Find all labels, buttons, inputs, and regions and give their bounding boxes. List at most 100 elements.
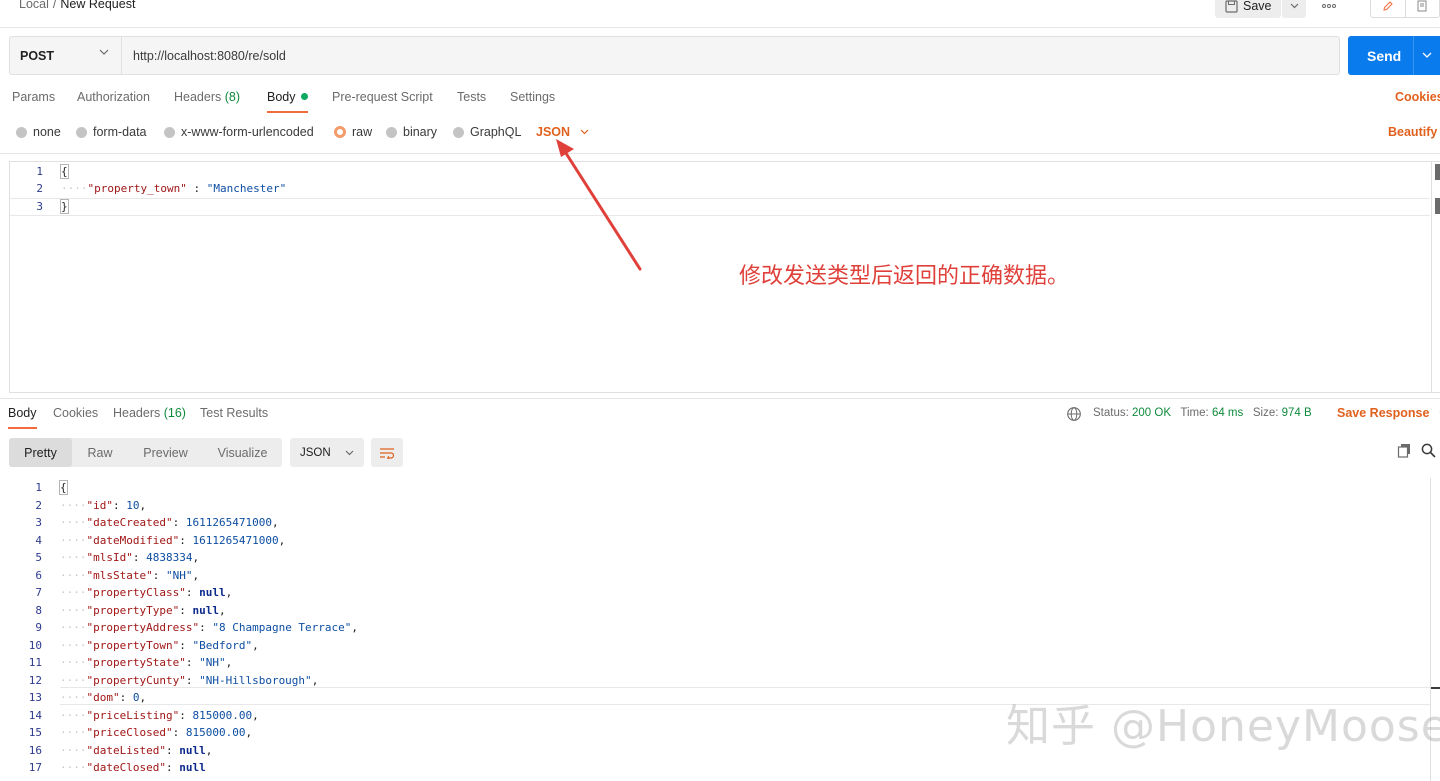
code-line: 4 ····"dateModified": 1611265471000, xyxy=(9,532,1429,549)
json-key: "propertyClass" xyxy=(86,586,186,599)
chevron-down-icon xyxy=(99,49,109,55)
code-line: 3 } xyxy=(10,198,1430,215)
json-value: "NH-Hillsborough" xyxy=(199,673,312,687)
json-key: "priceListing" xyxy=(86,708,180,722)
line-number: 14 xyxy=(28,708,42,722)
response-tab-headers-label: Headers xyxy=(113,406,161,420)
code-line: 8 ····"propertyType": null, xyxy=(9,602,1429,619)
code-text: ····"propertyAddress": "8 Champagne Terr… xyxy=(60,621,359,634)
line-number: 3 xyxy=(36,200,43,213)
code-text: ····"dateClosed": null xyxy=(60,761,206,774)
documentation-button[interactable] xyxy=(1404,0,1440,17)
copy-icon[interactable] xyxy=(1397,443,1412,458)
tab-tests[interactable]: Tests xyxy=(457,90,486,104)
tab-settings[interactable]: Settings xyxy=(510,90,555,104)
send-options-button[interactable] xyxy=(1422,48,1432,62)
time-value[interactable]: 64 ms xyxy=(1212,407,1243,419)
chevron-down-icon xyxy=(1290,3,1298,9)
size-label: Size: xyxy=(1252,407,1279,419)
line-number: 3 xyxy=(35,516,42,529)
cookies-link[interactable]: Cookies xyxy=(1395,90,1440,104)
response-tab-body[interactable]: Body xyxy=(8,406,37,420)
response-tab-test-results[interactable]: Test Results xyxy=(200,406,268,420)
breadcrumb-parent[interactable]: Local xyxy=(19,0,49,11)
code-text: ····"priceListing": 815000.00, xyxy=(60,708,259,722)
active-tab-indicator xyxy=(267,111,308,113)
save-response-button[interactable]: Save Response xyxy=(1337,406,1440,420)
method-value: POST xyxy=(20,48,55,63)
radio-graphql[interactable]: GraphQL xyxy=(453,125,521,139)
radio-binary[interactable]: binary xyxy=(386,125,437,139)
json-value: "Manchester" xyxy=(206,182,287,195)
send-divider xyxy=(1413,36,1414,75)
tab-params[interactable]: Params xyxy=(12,90,55,104)
view-preview[interactable]: Preview xyxy=(128,438,203,467)
tab-headers-label: Headers xyxy=(174,90,222,104)
radio-x-www-form-urlencoded[interactable]: x-www-form-urlencoded xyxy=(164,125,314,139)
code-line: 9 ····"propertyAddress": "8 Champagne Ter… xyxy=(9,619,1429,636)
divider xyxy=(0,153,1440,154)
radio-circle xyxy=(164,126,175,138)
json-value: 1611265471000 xyxy=(192,533,279,547)
response-format-value: JSON xyxy=(300,446,331,459)
code-text: ····"propertyClass": null, xyxy=(60,586,233,599)
tab-headers[interactable]: Headers (8) xyxy=(174,90,240,104)
globe-icon[interactable] xyxy=(1066,406,1082,422)
radio-label: GraphQL xyxy=(470,125,522,139)
radio-form-data[interactable]: form-data xyxy=(76,125,147,139)
code-text: ····"mlsId": 4838334, xyxy=(60,551,200,564)
json-value: 10 xyxy=(126,498,140,512)
status-value[interactable]: 200 OK xyxy=(1132,407,1171,419)
view-pretty[interactable]: Pretty xyxy=(9,438,72,467)
response-format-select[interactable]: JSON xyxy=(290,438,364,467)
code-text: ····"id": 10, xyxy=(60,498,147,512)
json-key: "propertyAddress" xyxy=(86,621,200,634)
tab-body[interactable]: Body xyxy=(267,90,308,104)
breadcrumb-current[interactable]: New Request xyxy=(60,0,135,11)
json-value: "NH" xyxy=(165,568,193,582)
url-value: http://localhost:8080/re/sold xyxy=(133,48,286,63)
method-select[interactable]: POST xyxy=(9,36,121,75)
radio-none[interactable]: none xyxy=(16,125,61,139)
radio-label: x-www-form-urlencoded xyxy=(181,125,314,139)
line-number: 7 xyxy=(35,586,42,599)
more-options-button[interactable] xyxy=(1316,0,1342,18)
line-number: 10 xyxy=(28,638,42,652)
radio-label: raw xyxy=(352,125,373,139)
radio-raw[interactable]: raw xyxy=(334,125,372,139)
url-input[interactable]: http://localhost:8080/re/sold xyxy=(121,36,1340,75)
save-options-button[interactable] xyxy=(1282,0,1306,18)
breadcrumb-separator: / xyxy=(52,0,57,11)
tab-authorization[interactable]: Authorization xyxy=(77,90,150,104)
code-line: 11 ····"propertyState": "NH", xyxy=(9,654,1429,671)
response-tab-cookies[interactable]: Cookies xyxy=(53,406,98,420)
json-value: "NH" xyxy=(199,656,226,669)
wrap-lines-button[interactable] xyxy=(371,438,403,467)
code-line: 2 ····"property_town" : "Manchester" xyxy=(10,180,1430,197)
response-tab-headers[interactable]: Headers (16) xyxy=(113,406,186,420)
save-response-label: Save Response xyxy=(1337,406,1430,420)
line-number: 4 xyxy=(35,533,42,547)
json-value: 4838334 xyxy=(146,551,193,564)
active-response-tab-indicator xyxy=(8,427,37,429)
view-raw[interactable]: Raw xyxy=(72,438,128,467)
size-value[interactable]: 974 B xyxy=(1282,407,1312,419)
edit-mode-button[interactable] xyxy=(1371,0,1405,17)
search-icon[interactable] xyxy=(1421,443,1436,458)
watermark: 知乎 @HoneyMoose xyxy=(1006,701,1440,752)
tab-pre-request-script[interactable]: Pre-request Script xyxy=(332,90,433,104)
json-value: null xyxy=(179,743,206,757)
request-body-editor[interactable]: 1 { 2 ····"property_town" : "Manchester"… xyxy=(9,161,1440,393)
code-text: ····"propertyState": "NH", xyxy=(60,656,233,669)
beautify-button[interactable]: Beautify xyxy=(1388,125,1437,139)
line-number: 11 xyxy=(28,656,42,669)
json-value: 815000.00 xyxy=(192,708,253,722)
save-button[interactable]: Save xyxy=(1215,0,1281,18)
code-text: ····"propertyCunty": "NH-Hillsborough", xyxy=(60,673,319,687)
editor-scrollbar[interactable] xyxy=(1431,162,1440,392)
line-number: 6 xyxy=(35,568,42,582)
view-mode-toggle xyxy=(1370,0,1440,18)
view-visualize[interactable]: Visualize xyxy=(203,438,282,467)
divider xyxy=(0,27,1440,28)
more-icon xyxy=(1322,4,1336,8)
